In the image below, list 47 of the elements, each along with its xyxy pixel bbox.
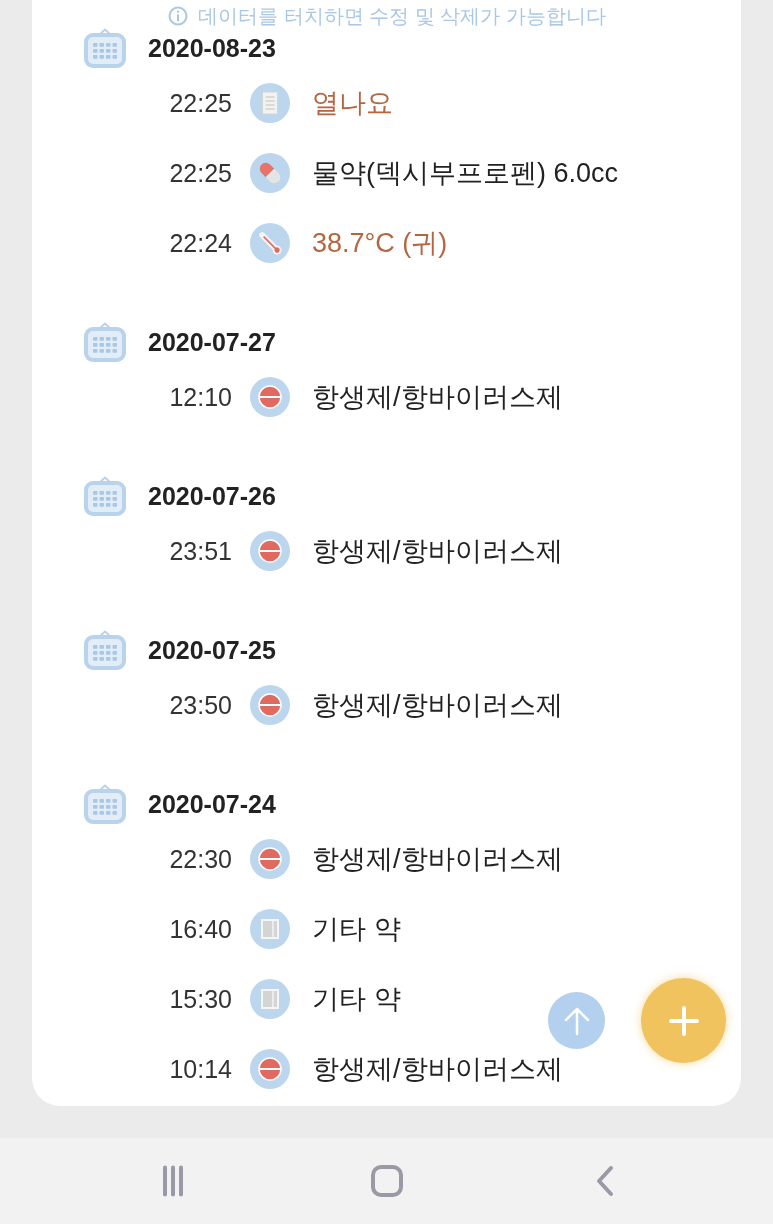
entry-text: 항생제/항바이러스제 <box>312 1053 563 1086</box>
calendar-icon <box>84 476 126 516</box>
thermometer-icon <box>250 223 290 263</box>
entry-time: 12:10 <box>168 382 232 412</box>
notice-text: 데이터를 터치하면 수정 및 삭제가 가능합니다 <box>198 4 606 28</box>
page-icon <box>250 909 290 949</box>
calendar-icon <box>84 784 126 824</box>
entry-text: 열나요 <box>312 87 393 120</box>
entry-text: 항생제/항바이러스제 <box>312 535 563 568</box>
date-heading: 2020-07-26 <box>148 481 276 511</box>
info-icon <box>168 6 188 26</box>
date-heading: 2020-08-23 <box>148 33 276 63</box>
entry-time: 15:30 <box>168 984 232 1014</box>
calendar-icon <box>84 630 126 670</box>
arrow-up-icon <box>563 1005 590 1036</box>
entry-text: 물약(덱시부프로펜) 6.0cc <box>312 157 619 190</box>
calendar-icon <box>84 322 126 362</box>
pill-icon <box>250 531 290 571</box>
entry-time: 10:14 <box>168 1054 232 1084</box>
pill-icon <box>250 685 290 725</box>
date-heading: 2020-07-27 <box>148 327 276 357</box>
entry-time: 23:50 <box>168 690 232 720</box>
calendar-icon <box>84 28 126 68</box>
entry-time: 16:40 <box>168 914 232 944</box>
entry-text: 기타 약 <box>312 913 401 946</box>
document-icon <box>250 83 290 123</box>
pill-icon <box>250 839 290 879</box>
entry-time: 23:51 <box>168 536 232 566</box>
date-heading: 2020-07-24 <box>148 789 276 819</box>
home-icon[interactable] <box>371 1165 403 1197</box>
date-heading: 2020-07-25 <box>148 635 276 665</box>
entry-text: 항생제/항바이러스제 <box>312 843 563 876</box>
page-icon <box>250 979 290 1019</box>
capsule-icon <box>250 153 290 193</box>
plus-icon <box>668 1005 699 1036</box>
entry-time: 22:25 <box>168 158 232 188</box>
entry-text: 기타 약 <box>312 983 401 1016</box>
entry-time: 22:24 <box>168 228 232 258</box>
recent-apps-icon[interactable] <box>162 1165 184 1197</box>
entry-text: 항생제/항바이러스제 <box>312 689 563 722</box>
entry-time: 22:30 <box>168 844 232 874</box>
entry-time: 22:25 <box>168 88 232 118</box>
back-icon[interactable] <box>596 1165 614 1197</box>
entry-text: 38.7°C (귀) <box>312 227 448 260</box>
pill-icon <box>250 377 290 417</box>
pill-icon <box>250 1049 290 1089</box>
entry-text: 항생제/항바이러스제 <box>312 381 563 414</box>
